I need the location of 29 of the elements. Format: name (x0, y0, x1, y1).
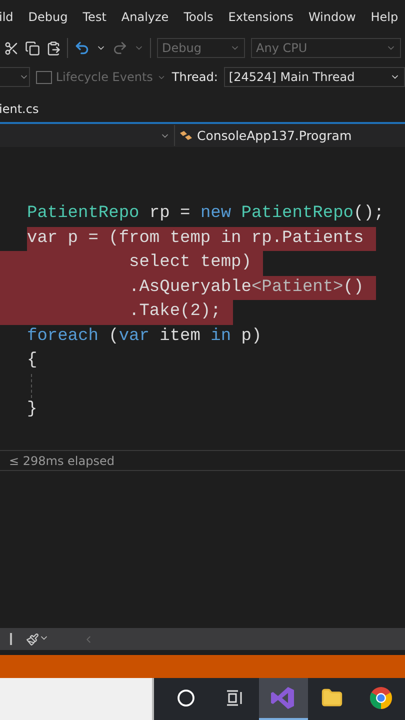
menu-item[interactable]: Extensions (228, 10, 294, 24)
browser-icon (368, 686, 393, 710)
cut-icon[interactable] (4, 40, 19, 56)
window-icon (36, 70, 52, 84)
menu-item[interactable]: Window (308, 10, 356, 24)
paste-icon[interactable] (46, 40, 61, 56)
folder-icon (321, 687, 344, 709)
thread-label: Thread: (172, 70, 218, 84)
code-line: { (27, 350, 38, 372)
code-line: PatientRepo rp = new PatientRepo(); (27, 203, 384, 225)
search-field[interactable] (0, 678, 154, 720)
menu-item[interactable]: ild (0, 10, 14, 24)
menu-item[interactable]: Debug (28, 10, 68, 24)
code-line: } (27, 399, 38, 421)
broom-icon[interactable] (26, 632, 49, 646)
menu-item[interactable]: Analyze (121, 10, 169, 24)
file-tab[interactable]: ient.cs (0, 102, 43, 122)
copy-icon[interactable] (25, 40, 40, 56)
menu-item[interactable]: Help (370, 10, 398, 24)
task-view-icon (226, 690, 244, 706)
menu-item[interactable]: Tools (184, 10, 214, 24)
code-line: foreach (var item in p) (27, 326, 262, 348)
ribbon-logo-icon (271, 686, 296, 710)
menu-item[interactable]: Test (82, 10, 106, 24)
thread-dropdown[interactable]: [24524] Main Thread (224, 67, 405, 87)
circle-icon (177, 689, 196, 707)
undo-icon[interactable] (74, 40, 90, 56)
class-icon (179, 130, 193, 142)
elapsed-time: ≤ 298ms elapsed (9, 454, 114, 468)
